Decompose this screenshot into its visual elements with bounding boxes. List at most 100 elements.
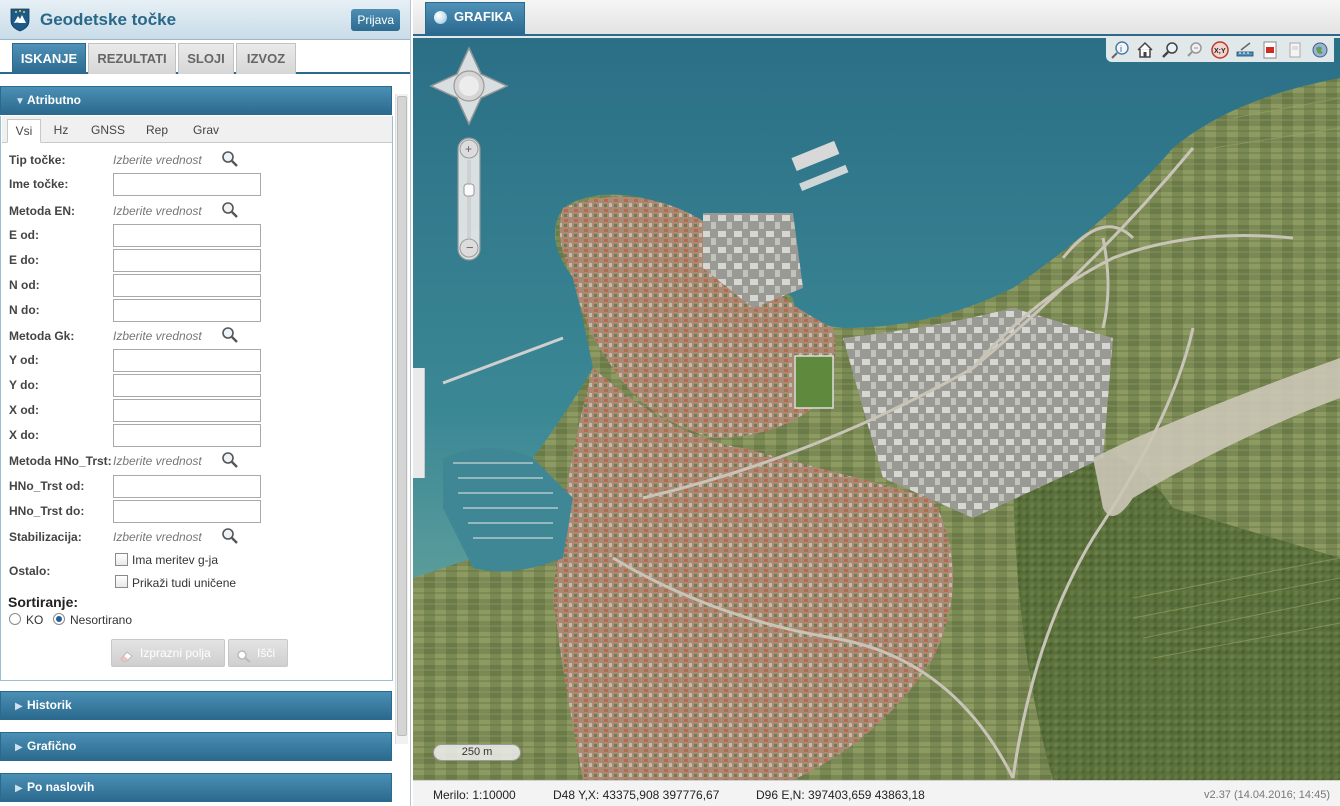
- search-point-icon[interactable]: [1160, 40, 1180, 60]
- subtab-rep[interactable]: Rep: [140, 119, 174, 143]
- picker-tip-tocke[interactable]: Izberite vrednost: [113, 153, 202, 167]
- input-n-do[interactable]: [113, 299, 261, 322]
- search-button[interactable]: Išči: [228, 639, 288, 667]
- subtab-gnss[interactable]: GNSS: [86, 119, 130, 143]
- sorting-title: Sortiranje:: [8, 594, 79, 610]
- row-tip-tocke: Tip točke: Izberite vrednost: [9, 149, 389, 171]
- svg-text:i: i: [1120, 44, 1122, 54]
- checkbox-prikazi-unicene[interactable]: [115, 575, 128, 588]
- app-title: Geodetske točke: [40, 10, 177, 29]
- home-icon[interactable]: [1135, 40, 1155, 60]
- picker-metoda-en[interactable]: Izberite vrednost: [113, 204, 202, 218]
- row-metoda-en: Metoda EN: Izberite vrednost: [9, 200, 389, 222]
- search-icon[interactable]: [221, 150, 239, 168]
- section-graficno-header[interactable]: ▶ Grafično: [0, 732, 392, 761]
- label-metoda-gk: Metoda Gk:: [9, 329, 75, 343]
- tab-grafika[interactable]: GRAFIKA: [425, 2, 525, 34]
- search-icon: [236, 646, 252, 663]
- input-hno-do[interactable]: [113, 500, 261, 523]
- tab-grafika-label: GRAFIKA: [454, 9, 514, 24]
- measure-icon[interactable]: [1235, 40, 1255, 60]
- tab-rezultati[interactable]: REZULTATI: [88, 43, 176, 74]
- label-n-od: N od:: [9, 278, 40, 292]
- app-header: Geodetske točke Prijava: [0, 0, 410, 40]
- picker-metoda-gk[interactable]: Izberite vrednost: [113, 329, 202, 343]
- search-icon[interactable]: [221, 201, 239, 219]
- status-scale: Merilo: 1:10000: [433, 788, 516, 802]
- left-panel: Geodetske točke Prijava ISKANJE REZULTAT…: [0, 0, 411, 806]
- status-bar: Merilo: 1:10000 D48 Y,X: 43375,908 39777…: [413, 780, 1340, 806]
- tab-iskanje[interactable]: ISKANJE: [12, 43, 86, 74]
- tab-sloji[interactable]: SLOJI: [178, 43, 234, 74]
- map-toolbar: i X;Y: [1106, 38, 1334, 62]
- zoom-slider[interactable]: + −: [456, 136, 482, 262]
- row-x-od: X od:: [9, 399, 389, 422]
- zoom-search-icon[interactable]: [1185, 40, 1205, 60]
- input-e-od[interactable]: [113, 224, 261, 247]
- input-n-od[interactable]: [113, 274, 261, 297]
- row-y-do: Y do:: [9, 374, 389, 397]
- checkbox-ima-meritev[interactable]: [115, 553, 128, 566]
- label-radio-ko: KO: [26, 613, 44, 627]
- map-panel: GRAFIKA i X;Y + − 250 m Merilo: 1:10000 …: [413, 0, 1340, 806]
- login-button[interactable]: Prijava: [351, 9, 400, 31]
- map-tab-bar: GRAFIKA: [413, 0, 1340, 36]
- clear-fields-button[interactable]: Izprazni polja: [111, 639, 225, 667]
- row-metoda-hno: Metoda HNo_Trst: Izberite vrednost: [9, 450, 389, 472]
- picker-metoda-hno[interactable]: Izberite vrednost: [113, 454, 202, 468]
- aerial-map-image: [413, 38, 1340, 780]
- picker-stabilizacija[interactable]: Izberite vrednost: [113, 530, 202, 544]
- subtab-hz[interactable]: Hz: [47, 119, 75, 143]
- subtab-vsi[interactable]: Vsi: [7, 119, 41, 143]
- search-icon[interactable]: [221, 451, 239, 469]
- radio-nesortirano[interactable]: [53, 613, 65, 625]
- label-hno-do: HNo_Trst do:: [9, 504, 85, 518]
- label-ostalo: Ostalo:: [9, 564, 51, 578]
- xy-coordinate-icon[interactable]: X;Y: [1210, 40, 1230, 60]
- atributno-body: Vsi Hz GNSS Rep Grav Tip točke: Izberite…: [0, 116, 393, 681]
- globe-icon[interactable]: [1310, 40, 1330, 60]
- input-x-od[interactable]: [113, 399, 261, 422]
- label-hno-od: HNo_Trst od:: [9, 479, 85, 493]
- section-title: Po naslovih: [27, 780, 95, 794]
- pdf-icon[interactable]: [1260, 40, 1280, 60]
- label-y-do: Y do:: [9, 378, 39, 392]
- label-tip-tocke: Tip točke:: [9, 153, 66, 167]
- expand-triangle-icon: ▶: [15, 742, 23, 753]
- row-n-od: N od:: [9, 274, 389, 297]
- section-po-naslovih-header[interactable]: ▶ Po naslovih: [0, 773, 392, 802]
- attribute-sub-tabs: Vsi Hz GNSS Rep Grav: [2, 116, 392, 143]
- label-metoda-hno: Metoda HNo_Trst:: [9, 454, 112, 468]
- row-ime-tocke: Ime točke:: [9, 173, 389, 196]
- input-x-do[interactable]: [113, 424, 261, 447]
- row-e-do: E do:: [9, 249, 389, 272]
- subtab-grav[interactable]: Grav: [186, 119, 226, 143]
- identify-icon[interactable]: i: [1110, 40, 1130, 60]
- print-icon[interactable]: [1285, 40, 1305, 60]
- map-canvas[interactable]: i X;Y + − 250 m: [413, 38, 1340, 780]
- label-x-do: X do:: [9, 428, 39, 442]
- panel-splitter[interactable]: [413, 368, 425, 478]
- clear-fields-label: Izprazni polja: [140, 646, 211, 660]
- svg-text:+: +: [465, 142, 472, 156]
- section-atributno-header[interactable]: ▼ Atributno: [0, 86, 392, 115]
- input-y-od[interactable]: [113, 349, 261, 372]
- radio-ko[interactable]: [9, 613, 21, 625]
- status-version: v2.37 (14.04.2016; 14:45): [1204, 789, 1330, 801]
- section-title: Grafično: [27, 739, 77, 753]
- search-icon[interactable]: [221, 527, 239, 545]
- input-e-do[interactable]: [113, 249, 261, 272]
- section-historik-header[interactable]: ▶ Historik: [0, 691, 392, 720]
- input-y-do[interactable]: [113, 374, 261, 397]
- label-y-od: Y od:: [9, 353, 39, 367]
- label-stabilizacija: Stabilizacija:: [9, 530, 82, 544]
- input-ime-tocke[interactable]: [113, 173, 261, 196]
- left-scrollbar[interactable]: [395, 94, 408, 744]
- tab-izvoz[interactable]: IZVOZ: [236, 43, 296, 74]
- label-e-do: E do:: [9, 253, 39, 267]
- scrollbar-thumb[interactable]: [397, 96, 407, 736]
- pan-control[interactable]: [429, 46, 509, 126]
- input-hno-od[interactable]: [113, 475, 261, 498]
- scale-bar: 250 m: [433, 744, 521, 761]
- search-icon[interactable]: [221, 326, 239, 344]
